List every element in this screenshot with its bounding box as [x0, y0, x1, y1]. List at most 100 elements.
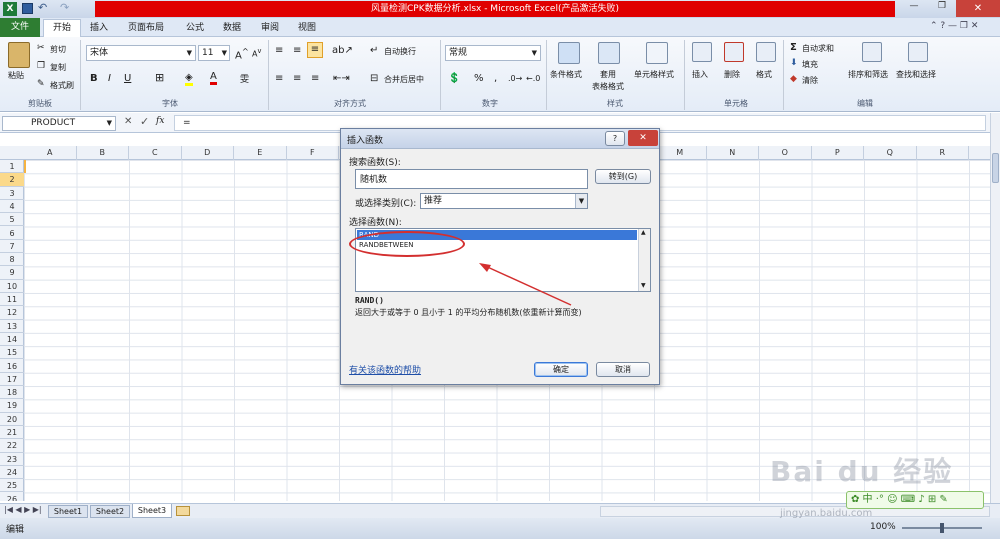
- tab-insert[interactable]: 插入: [90, 20, 108, 33]
- row-header[interactable]: 7: [0, 240, 24, 254]
- scroll-up-icon[interactable]: ▲: [641, 229, 646, 236]
- column-header[interactable]: B: [77, 146, 129, 160]
- row-header[interactable]: 15: [0, 346, 24, 360]
- row-header[interactable]: 3: [0, 187, 24, 200]
- category-select[interactable]: 推荐 ▼: [420, 193, 588, 209]
- new-sheet-icon[interactable]: [176, 506, 190, 516]
- row-header[interactable]: 8: [0, 253, 24, 267]
- fill-button[interactable]: 填充: [802, 59, 818, 70]
- row-header[interactable]: 26: [0, 493, 24, 502]
- indent-icon[interactable]: ⇤⇥: [333, 73, 350, 84]
- font-name-select[interactable]: 宋体 ▼: [86, 45, 196, 61]
- wrap-text-icon[interactable]: ↵: [370, 45, 378, 56]
- row-header[interactable]: 1: [0, 160, 24, 174]
- paste-button[interactable]: 粘贴: [8, 70, 24, 81]
- row-header[interactable]: 23: [0, 453, 24, 466]
- font-color-icon[interactable]: A: [210, 71, 217, 85]
- column-header[interactable]: A: [24, 146, 77, 160]
- align-right-icon[interactable]: ≡: [311, 73, 319, 84]
- zoom-level[interactable]: 100%: [870, 522, 896, 532]
- insert-function-icon[interactable]: fx: [156, 116, 164, 126]
- merge-center-icon[interactable]: ⊟: [370, 73, 378, 84]
- align-bottom-icon[interactable]: ≡: [307, 42, 323, 58]
- column-header[interactable]: R: [917, 146, 969, 160]
- format-painter-icon[interactable]: ✎: [37, 79, 45, 89]
- column-header[interactable]: F: [287, 146, 339, 160]
- format-cells-button[interactable]: 格式: [756, 69, 772, 80]
- search-function-input[interactable]: 随机数: [355, 169, 588, 189]
- scissors-icon[interactable]: ✂: [37, 43, 45, 53]
- tab-home[interactable]: 开始: [43, 19, 81, 37]
- row-header[interactable]: 13: [0, 320, 24, 333]
- column-header[interactable]: E: [234, 146, 287, 160]
- fill-color-icon[interactable]: ◈: [185, 72, 193, 86]
- sort-filter-button[interactable]: 排序和筛选: [848, 69, 888, 80]
- tab-data[interactable]: 数据: [223, 20, 241, 33]
- row-header[interactable]: 22: [0, 439, 24, 453]
- row-header[interactable]: 6: [0, 227, 24, 240]
- row-header[interactable]: 9: [0, 266, 24, 280]
- clear-icon[interactable]: ◆: [790, 74, 797, 84]
- file-tab[interactable]: 文件: [0, 18, 40, 37]
- sheet-nav-icons[interactable]: |◀ ◀ ▶ ▶|: [4, 505, 42, 514]
- zoom-slider[interactable]: [902, 523, 982, 533]
- row-header[interactable]: 19: [0, 399, 24, 413]
- list-scrollbar[interactable]: ▲ ▼: [638, 229, 650, 291]
- cancel-formula-icon[interactable]: ✕: [124, 116, 132, 127]
- tab-view[interactable]: 视图: [298, 20, 316, 33]
- italic-icon[interactable]: I: [108, 73, 111, 84]
- row-header[interactable]: 18: [0, 386, 24, 400]
- grow-font-icon[interactable]: A^: [235, 46, 249, 61]
- orientation-icon[interactable]: ab↗: [332, 45, 353, 56]
- tab-formulas[interactable]: 公式: [186, 20, 204, 33]
- insert-cells-icon[interactable]: [692, 42, 712, 62]
- find-select-icon[interactable]: [908, 42, 928, 62]
- phonetic-icon[interactable]: 雯: [240, 72, 249, 85]
- underline-icon[interactable]: U: [124, 73, 131, 84]
- scroll-down-icon[interactable]: ▼: [641, 282, 646, 289]
- name-box[interactable]: PRODUCT ▼: [2, 116, 116, 131]
- row-header[interactable]: 12: [0, 306, 24, 320]
- row-header[interactable]: 24: [0, 466, 24, 480]
- clear-button[interactable]: 清除: [802, 75, 818, 86]
- column-header[interactable]: Q: [864, 146, 917, 160]
- align-left-icon[interactable]: ≡: [275, 73, 283, 84]
- cell-styles-icon[interactable]: [646, 42, 668, 64]
- fill-icon[interactable]: ⬇: [790, 58, 798, 68]
- row-header[interactable]: 10: [0, 280, 24, 293]
- row-header[interactable]: 11: [0, 293, 24, 307]
- delete-cells-button[interactable]: 删除: [724, 69, 740, 80]
- redo-icon[interactable]: ↷: [60, 1, 69, 14]
- table-format-icon[interactable]: [598, 42, 620, 64]
- column-header[interactable]: M: [654, 146, 707, 160]
- minimize-button[interactable]: —: [900, 1, 928, 16]
- cancel-button[interactable]: 取消: [596, 362, 650, 377]
- cell-styles-button[interactable]: 单元格样式: [634, 69, 674, 80]
- conditional-format-icon[interactable]: [558, 42, 580, 64]
- paste-icon[interactable]: [8, 42, 30, 68]
- table-format-button[interactable]: 套用 表格格式: [588, 69, 628, 93]
- format-cells-icon[interactable]: [756, 42, 776, 62]
- format-painter-button[interactable]: 格式刷: [50, 80, 74, 91]
- wrap-text-button[interactable]: 自动换行: [384, 46, 416, 57]
- sheet-tab-1[interactable]: Sheet1: [48, 505, 88, 518]
- bold-icon[interactable]: B: [90, 73, 98, 84]
- find-select-button[interactable]: 查找和选择: [896, 69, 936, 80]
- restore-button[interactable]: ❐: [928, 1, 956, 16]
- row-header[interactable]: 4: [0, 200, 24, 214]
- autosum-icon[interactable]: Σ: [790, 42, 797, 53]
- column-header[interactable]: P: [812, 146, 864, 160]
- goto-button[interactable]: 转到(G): [595, 169, 651, 184]
- merge-center-button[interactable]: 合并后居中: [384, 74, 424, 85]
- conditional-format-button[interactable]: 条件格式: [550, 69, 582, 80]
- undo-icon[interactable]: ↶: [38, 1, 47, 14]
- autosum-button[interactable]: 自动求和: [802, 43, 834, 54]
- row-header[interactable]: 14: [0, 333, 24, 347]
- column-header[interactable]: D: [182, 146, 234, 160]
- copy-icon[interactable]: ❐: [37, 61, 45, 71]
- insert-cells-button[interactable]: 插入: [692, 69, 708, 80]
- row-header[interactable]: 21: [0, 426, 24, 440]
- font-size-select[interactable]: 11 ▼: [198, 45, 230, 61]
- align-center-icon[interactable]: ≡: [293, 73, 301, 84]
- sheet-tab-2[interactable]: Sheet2: [90, 505, 130, 518]
